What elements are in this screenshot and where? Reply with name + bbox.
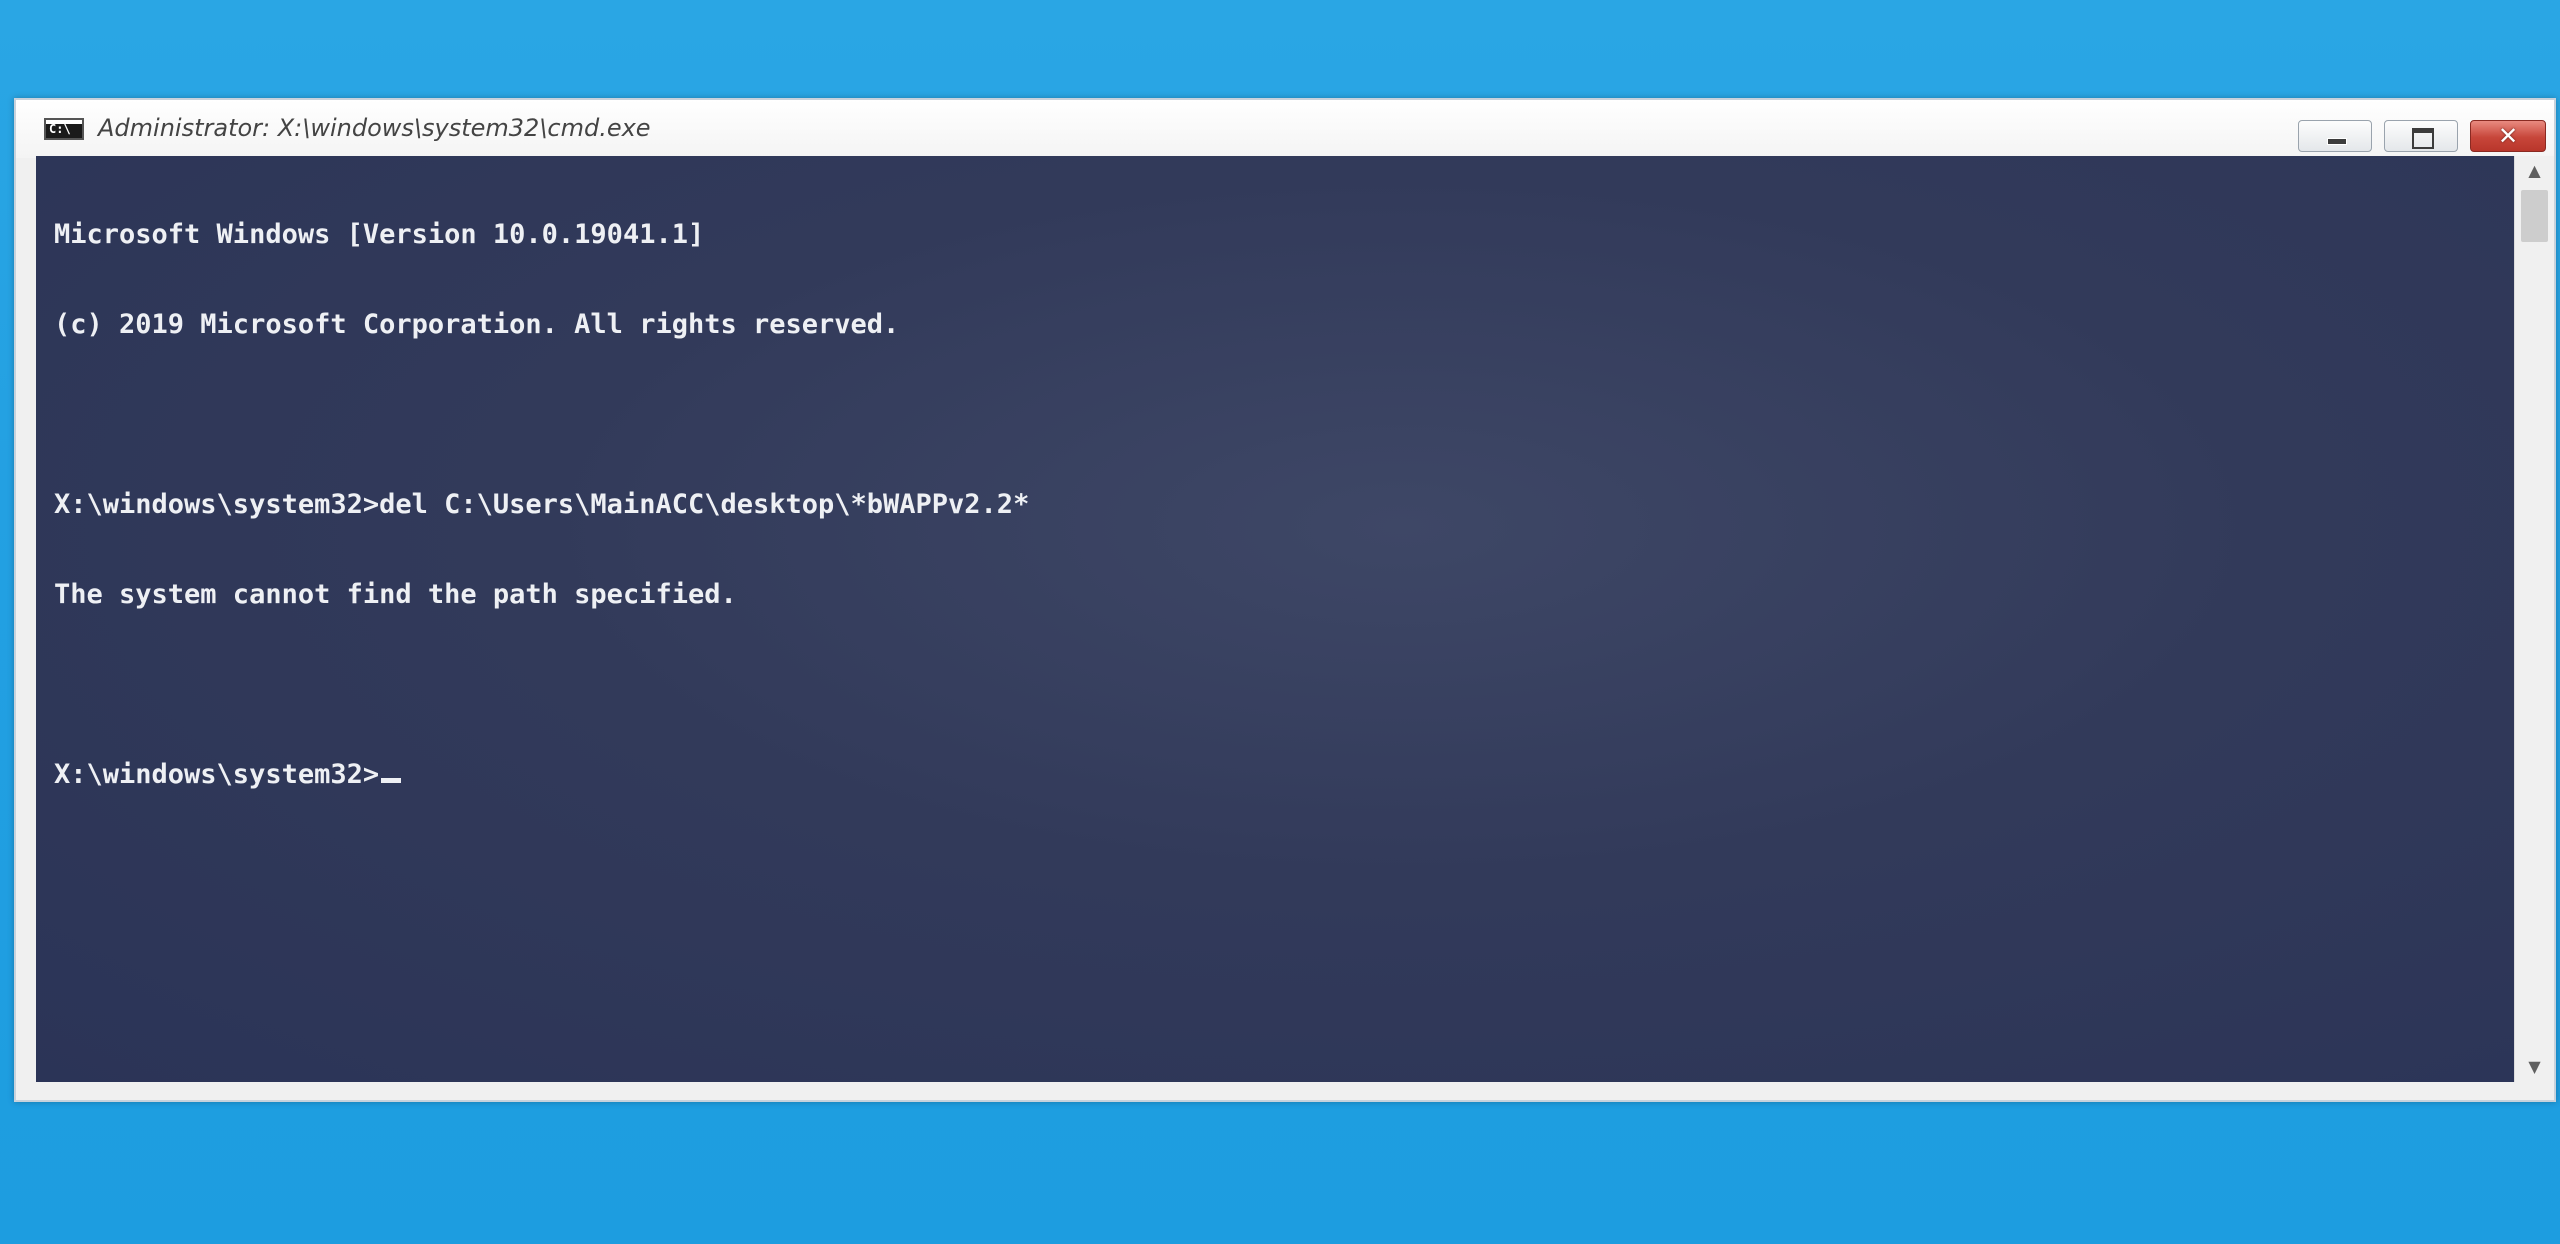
vertical-scrollbar[interactable]: ▲ ▼ — [2514, 156, 2554, 1082]
console-lines: Microsoft Windows [Version 10.0.19041.1]… — [54, 160, 1029, 850]
close-button[interactable]: ✕ — [2470, 120, 2546, 152]
console-line: Microsoft Windows [Version 10.0.19041.1] — [54, 219, 705, 250]
icon-title-strip — [46, 120, 82, 124]
console-output[interactable]: Microsoft Windows [Version 10.0.19041.1]… — [36, 156, 2520, 1082]
console-line: X:\windows\system32>del C:\Users\MainACC… — [54, 489, 1030, 520]
minimize-icon — [2327, 138, 2347, 145]
scroll-thumb[interactable] — [2521, 190, 2548, 242]
scroll-down-button[interactable]: ▼ — [2515, 1052, 2554, 1082]
chevron-down-icon: ▼ — [2528, 1057, 2541, 1076]
console-line: (c) 2019 Microsoft Corporation. All righ… — [54, 309, 900, 340]
title-bar[interactable]: C:\ Administrator: X:\windows\system32\c… — [16, 100, 2554, 158]
window-title: Administrator: X:\windows\system32\cmd.e… — [98, 114, 651, 142]
scroll-up-button[interactable]: ▲ — [2515, 156, 2554, 186]
console-prompt-line[interactable]: X:\windows\system32> — [54, 760, 1029, 790]
cmd-window: C:\ Administrator: X:\windows\system32\c… — [14, 98, 2556, 1102]
window-controls: ✕ — [2298, 120, 2546, 152]
cmd-icon[interactable]: C:\ — [44, 118, 84, 140]
console-prompt: X:\windows\system32> — [54, 759, 380, 790]
chevron-up-icon: ▲ — [2528, 161, 2541, 180]
text-cursor — [381, 778, 402, 783]
maximize-icon — [2412, 128, 2434, 149]
console-line: The system cannot find the path specifie… — [54, 579, 737, 610]
close-icon: ✕ — [2497, 122, 2519, 150]
minimize-button[interactable] — [2298, 120, 2372, 152]
maximize-button[interactable] — [2384, 120, 2458, 152]
cmd-icon-label: C:\ — [49, 122, 71, 136]
